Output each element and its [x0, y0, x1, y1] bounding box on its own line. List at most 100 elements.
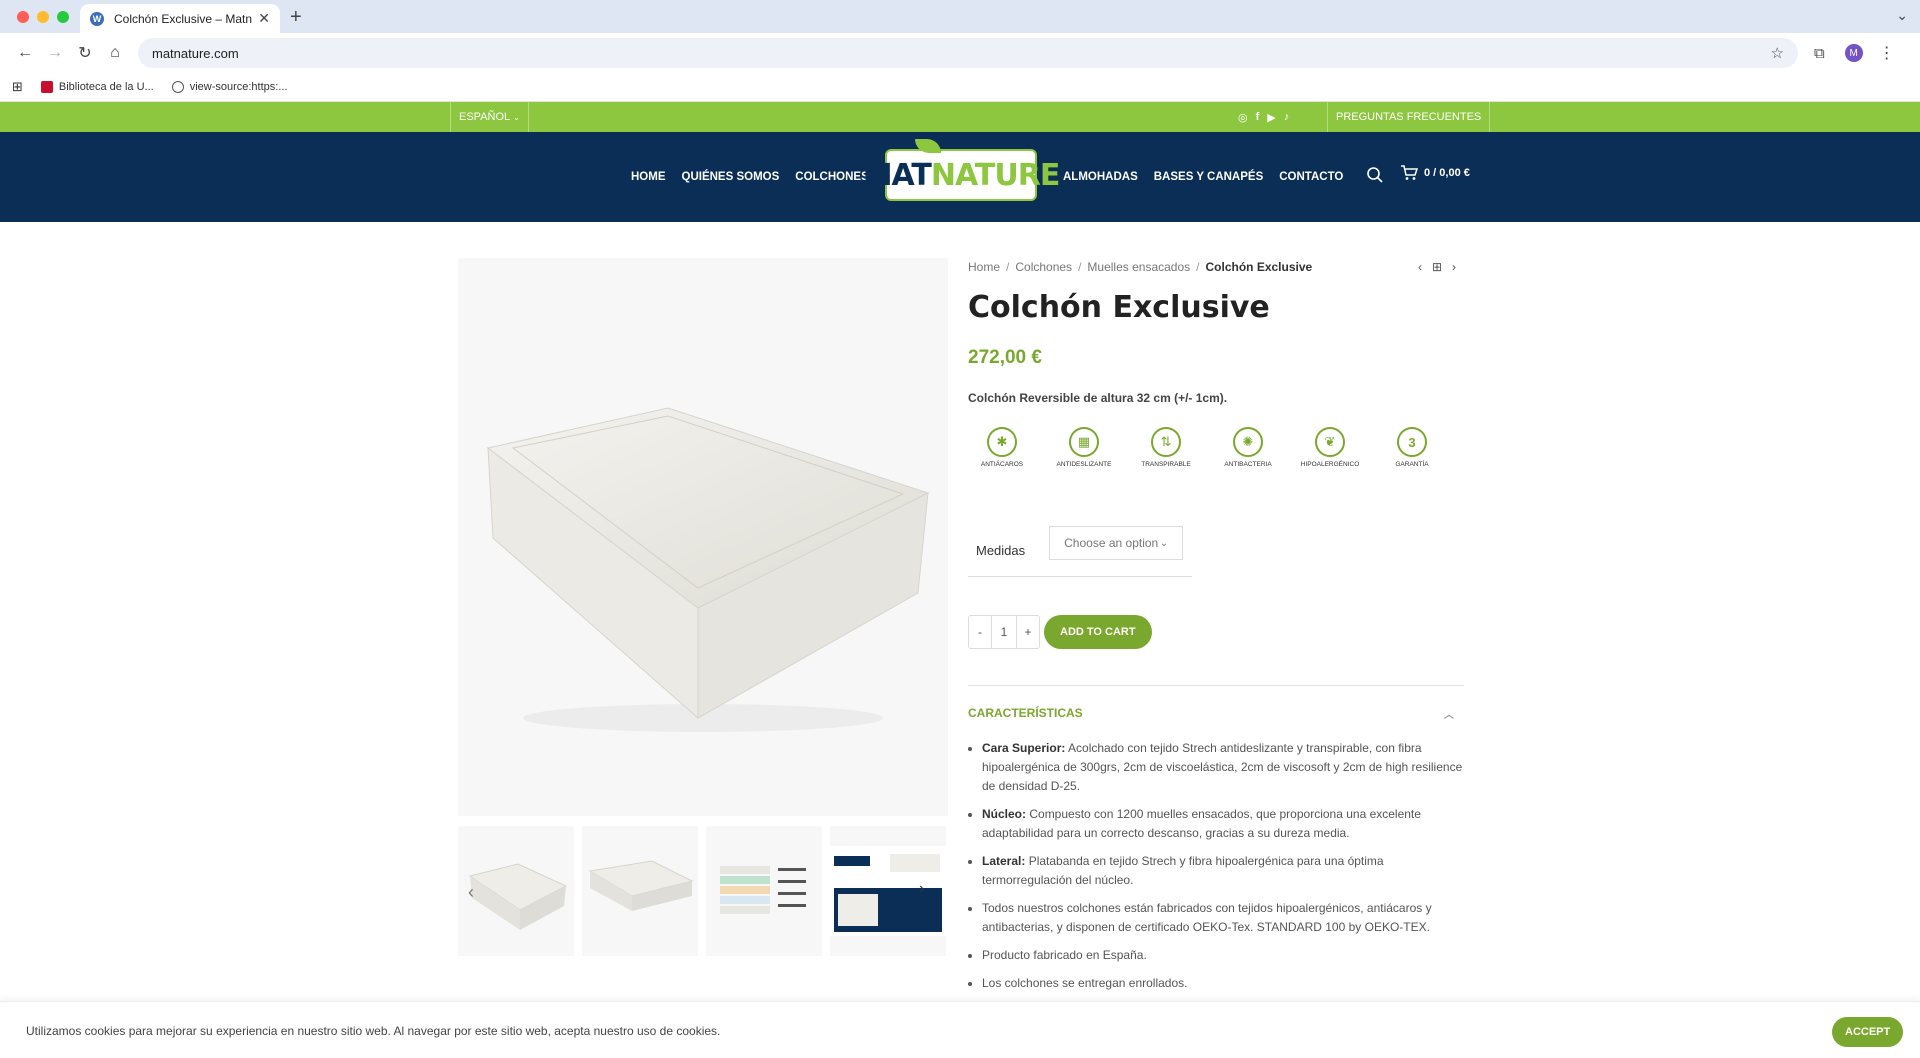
- browser-tabbar: W Colchón Exclusive – Matnature ✕ + ⌄: [0, 0, 1920, 33]
- extensions-icon[interactable]: ⧉: [1814, 45, 1825, 62]
- minimize-window-button[interactable]: [37, 11, 49, 23]
- apps-grid-icon[interactable]: ⊞: [12, 79, 23, 95]
- nav-quienes-somos[interactable]: QUIÉNES SOMOS: [682, 171, 780, 183]
- browser-tab[interactable]: W Colchón Exclusive – Matnature ✕: [80, 4, 280, 33]
- feature-label: ANTIÁCAROS: [980, 461, 1024, 468]
- bookmarks-bar: ⊞ Biblioteca de la U... view-source:http…: [0, 73, 1920, 102]
- next-product-icon[interactable]: ›: [1452, 260, 1456, 274]
- prev-product-icon[interactable]: ‹: [1418, 260, 1422, 274]
- main-menu-right: ALMOHADAS BASES Y CANAPÉS CONTACTO: [1063, 132, 1343, 222]
- maximize-window-button[interactable]: [57, 11, 69, 23]
- characteristics-accordion-header[interactable]: CARACTERÍSTICAS ︿: [968, 706, 1464, 721]
- thumbnail-1[interactable]: ‹: [458, 826, 574, 956]
- thumbnail-4[interactable]: [830, 826, 946, 956]
- search-icon[interactable]: [1366, 166, 1384, 184]
- chevron-down-icon: ⌄: [1159, 537, 1169, 549]
- bookmark-label: Biblioteca de la U...: [58, 81, 154, 93]
- product-title: Colchón Exclusive: [968, 290, 1270, 325]
- breadcrumb-colchones[interactable]: Colchones: [1015, 260, 1072, 274]
- mattress-image: [486, 407, 930, 732]
- breadcrumb: Home / Colchones / Muelles ensacados / C…: [968, 258, 1464, 276]
- item-heading: Núcleo:: [982, 807, 1027, 821]
- feature-label: HIPOALERGÉNICO: [1300, 461, 1360, 468]
- browser-toolbar: ← → ↻ ⌂ matnature.com ☆ ⧉ M ⋮: [0, 33, 1920, 73]
- air-icon: ⇅: [1151, 427, 1181, 457]
- mite-icon: ✱: [987, 427, 1017, 457]
- nav-home[interactable]: HOME: [631, 171, 666, 183]
- instagram-icon[interactable]: ◎: [1238, 111, 1248, 124]
- item-text: Los colchones se entregan enrollados.: [982, 976, 1188, 990]
- add-to-cart-button[interactable]: ADD TO CART: [1044, 615, 1152, 649]
- gallery-next-icon[interactable]: ›: [919, 880, 924, 898]
- breadcrumb-separator: /: [1078, 260, 1082, 274]
- breadcrumb-separator: /: [1006, 260, 1010, 274]
- variation-divider: [968, 576, 1192, 577]
- profile-avatar[interactable]: M: [1844, 44, 1863, 62]
- item-text: Compuesto con 1200 muelles ensacados, qu…: [982, 807, 1421, 840]
- reload-icon[interactable]: ↻: [70, 43, 100, 63]
- faq-link[interactable]: PREGUNTAS FRECUENTES: [1327, 102, 1491, 132]
- bookmark-label: view-source:https:...: [189, 81, 288, 93]
- nav-bases-canapes[interactable]: BASES Y CANAPÉS: [1154, 171, 1264, 183]
- social-links: ◎ f ▶ ♪: [1238, 102, 1289, 132]
- breadcrumb-home[interactable]: Home: [968, 260, 1000, 274]
- nav-almohadas[interactable]: ALMOHADAS: [1063, 171, 1138, 183]
- language-selector[interactable]: ESPAÑOL ⌄: [450, 102, 529, 132]
- qty-minus-button[interactable]: -: [969, 616, 991, 648]
- cookie-banner: Utilizamos cookies para mejorar su exper…: [0, 1001, 1920, 1058]
- bookmark-star-icon[interactable]: ☆: [1771, 44, 1784, 62]
- variation-row: Medidas Choose an option ⌄: [968, 526, 1464, 560]
- section-divider: [968, 685, 1464, 686]
- list-item: Los colchones se entregan enrollados.: [982, 974, 1464, 993]
- logo-text-nature: NATURE: [930, 157, 1060, 193]
- mattress-thumb-image: [588, 860, 694, 911]
- address-bar[interactable]: matnature.com ☆: [138, 38, 1798, 68]
- chevron-up-icon: ︿: [1444, 710, 1454, 721]
- gallery-prev-icon[interactable]: ‹: [468, 882, 474, 903]
- tab-menu-chevron-icon[interactable]: ⌄: [1896, 7, 1908, 24]
- close-window-button[interactable]: [17, 11, 29, 23]
- feature-hipoalergenico: ❦ HIPOALERGÉNICO: [1301, 427, 1359, 468]
- list-item: Todos nuestros colchones están fabricado…: [982, 899, 1464, 937]
- forward-icon[interactable]: →: [40, 44, 70, 62]
- quantity-stepper: - 1 +: [968, 615, 1040, 649]
- bookmark-biblioteca[interactable]: Biblioteca de la U...: [40, 81, 154, 93]
- browser-menu-icon[interactable]: ⋮: [1879, 43, 1895, 63]
- nav-contacto[interactable]: CONTACTO: [1279, 171, 1343, 183]
- new-tab-icon[interactable]: +: [290, 6, 302, 29]
- cart-link[interactable]: 0 / 0,00 €: [1400, 165, 1470, 181]
- youtube-icon[interactable]: ▶: [1267, 111, 1275, 124]
- size-select[interactable]: Choose an option ⌄: [1049, 526, 1184, 560]
- back-icon[interactable]: ←: [10, 44, 40, 62]
- accept-cookies-button[interactable]: ACCEPT: [1832, 1017, 1904, 1047]
- home-icon[interactable]: ⌂: [100, 44, 130, 62]
- list-item: Núcleo: Compuesto con 1200 muelles ensac…: [982, 805, 1464, 843]
- warranty-icon: 3: [1397, 427, 1427, 457]
- leaf-icon: [915, 139, 941, 153]
- feature-label: GARANTÍA: [1395, 461, 1429, 468]
- layers-thumb-image: [720, 866, 806, 914]
- logo-text-mat: MAT: [862, 157, 932, 193]
- facebook-icon[interactable]: f: [1256, 111, 1260, 123]
- cart-total: 0 / 0,00 €: [1424, 167, 1470, 179]
- grid-view-icon[interactable]: ⊞: [1432, 260, 1442, 274]
- close-tab-icon[interactable]: ✕: [258, 10, 270, 27]
- feature-antideslizante: ▦ ANTIDESLIZANTE: [1057, 427, 1111, 468]
- thumbnail-3[interactable]: [706, 826, 822, 956]
- item-text: Producto fabricado en España.: [982, 948, 1147, 962]
- thumbnail-2[interactable]: [582, 826, 698, 956]
- tab-title: Colchón Exclusive – Matnature: [114, 11, 253, 26]
- item-heading: Cara Superior:: [982, 741, 1066, 755]
- breadcrumb-muelles[interactable]: Muelles ensacados: [1087, 260, 1190, 274]
- product-main-image[interactable]: [458, 258, 948, 816]
- tiktok-icon[interactable]: ♪: [1284, 111, 1290, 123]
- quantity-input[interactable]: 1: [991, 616, 1017, 648]
- breadcrumb-current: Colchón Exclusive: [1205, 260, 1313, 274]
- cookie-text: Utilizamos cookies para mejorar su exper…: [26, 1024, 721, 1038]
- qty-plus-button[interactable]: +: [1017, 616, 1039, 648]
- site-logo[interactable]: MAT NATURE: [863, 139, 1060, 201]
- nav-colchones[interactable]: COLCHONES: [795, 171, 868, 183]
- accordion-title: CARACTERÍSTICAS: [968, 706, 1083, 720]
- bookmark-view-source[interactable]: view-source:https:...: [171, 81, 288, 93]
- globe-icon: [171, 81, 184, 93]
